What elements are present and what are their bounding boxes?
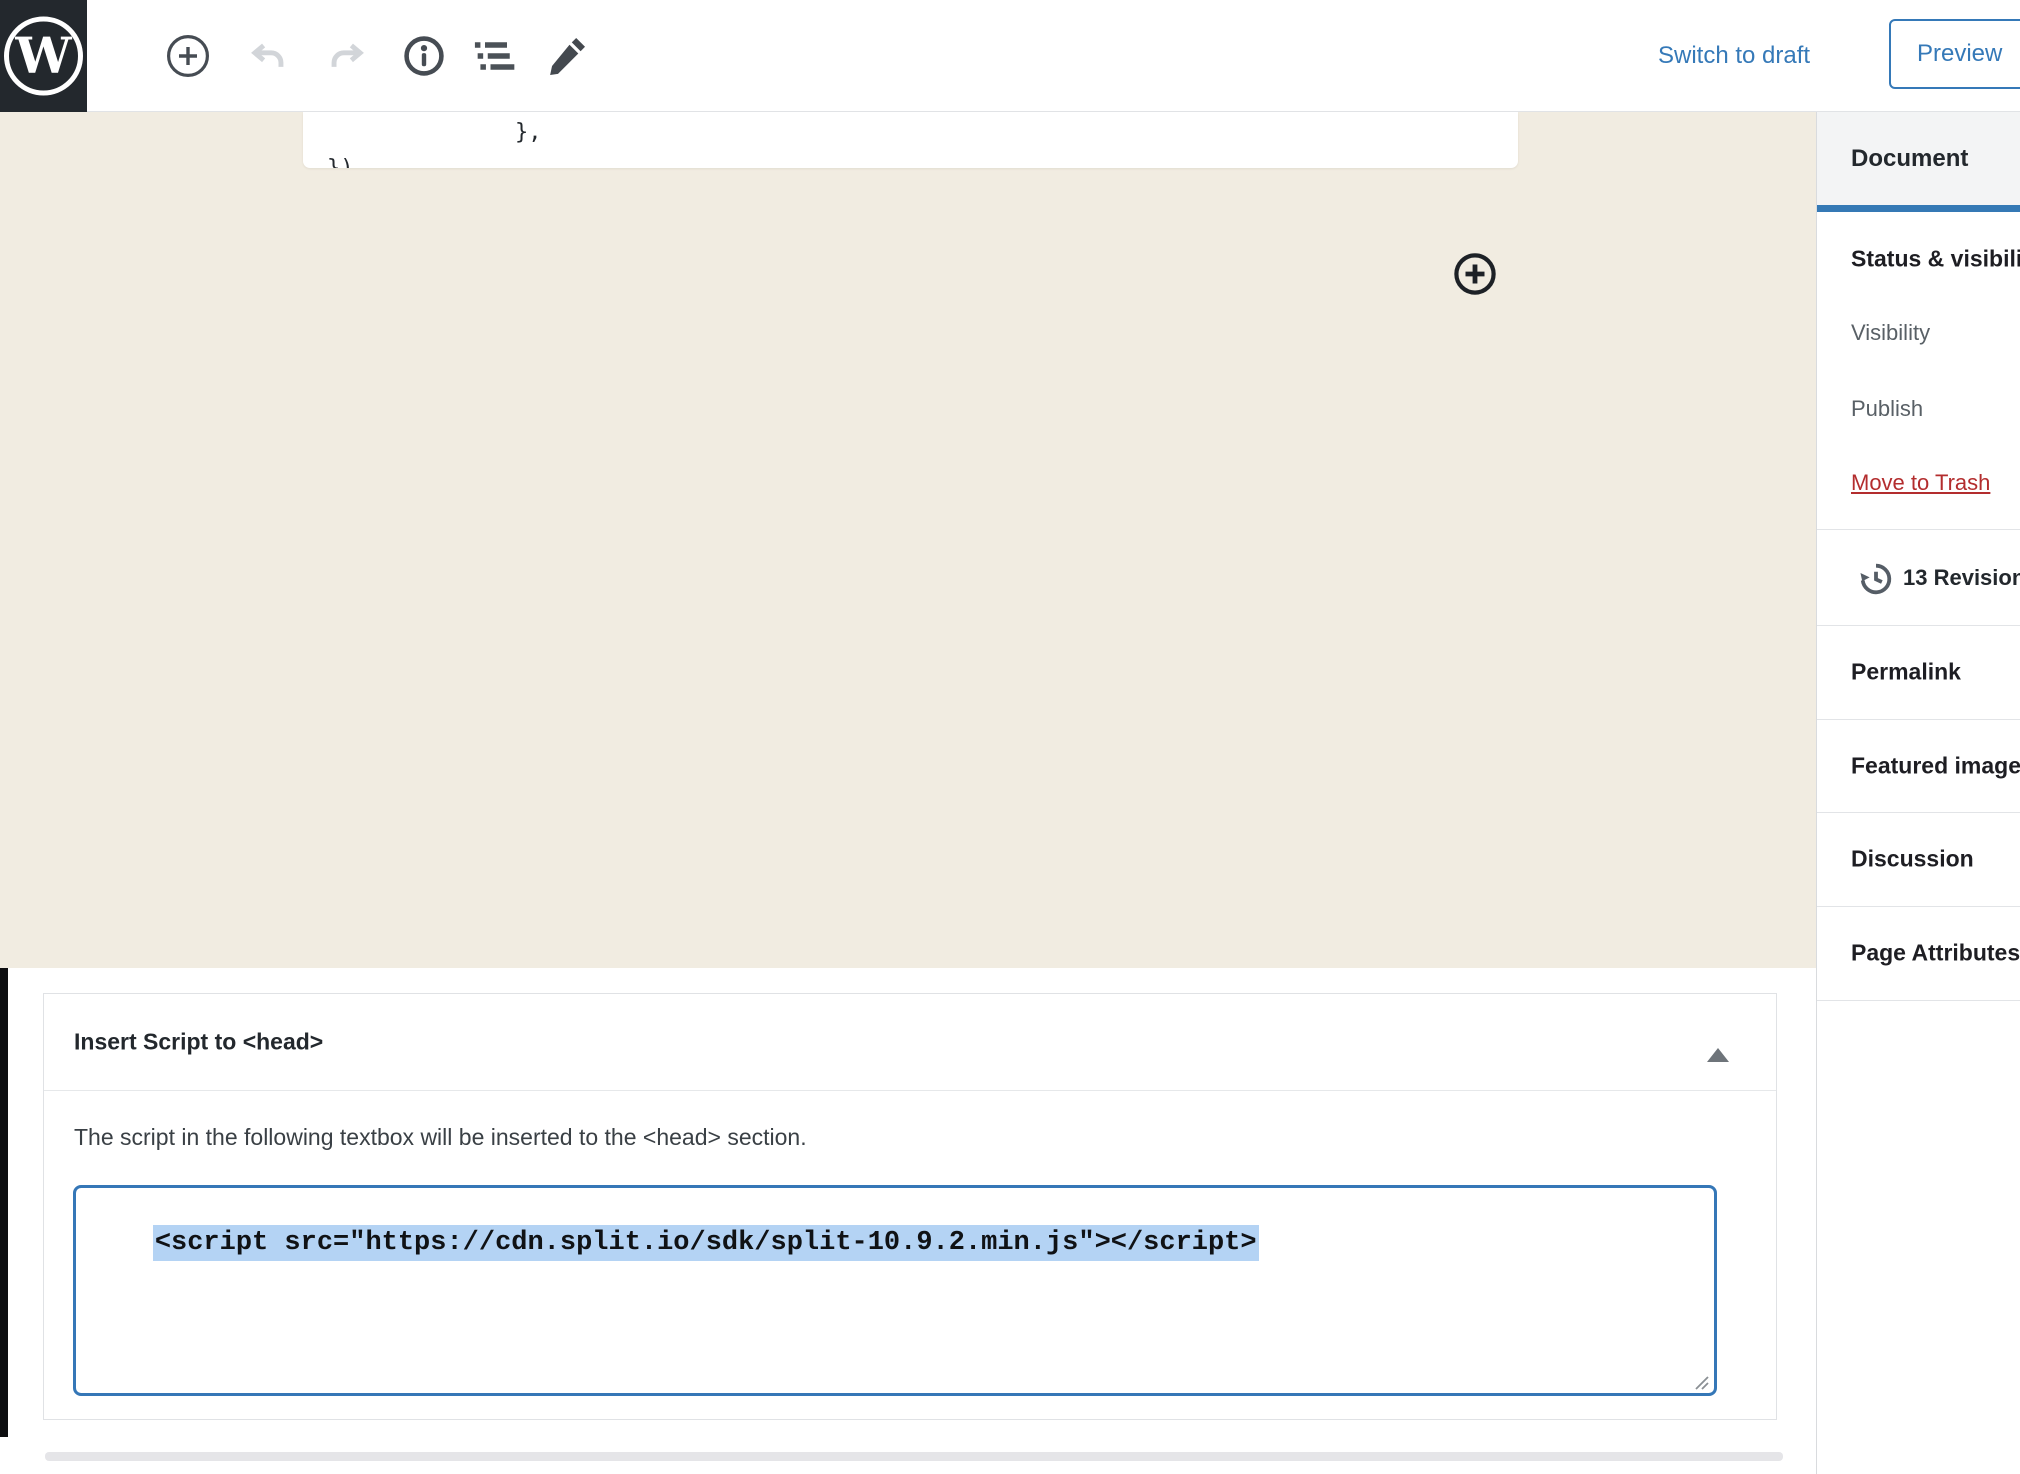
panel-status-visibility[interactable]: Status & visibility (1851, 246, 2020, 273)
insert-script-metabox: Insert Script to <head> The script in th… (43, 993, 1777, 1420)
script-textarea[interactable]: <script src="https://cdn.split.io/sdk/sp… (73, 1185, 1717, 1396)
triangle-up-icon (1707, 1033, 1729, 1062)
wordpress-logo[interactable]: W (0, 0, 87, 112)
panel-page-attributes[interactable]: Page Attributes (1851, 940, 2020, 967)
add-block-button[interactable] (165, 33, 211, 79)
metabox-description: The script in the following textbox will… (74, 1124, 807, 1151)
preview-button[interactable]: Preview (1889, 19, 2020, 89)
panel-divider (1817, 1000, 2020, 1001)
settings-sidebar: Document Status & visibility Visibility … (1816, 112, 2020, 1474)
revisions-count-label: 13 Revisions (1903, 565, 2020, 591)
selected-script-text: <script src="https://cdn.split.io/sdk/sp… (153, 1225, 1259, 1261)
undo-button[interactable] (247, 35, 289, 77)
panel-divider (1817, 625, 2020, 626)
wordpress-editor-page: { "top_bar": { "switch_to_draft": "Switc… (0, 0, 2020, 1474)
plus-circle-icon (165, 33, 211, 79)
redo-icon (326, 35, 368, 77)
active-tab-indicator (1817, 205, 2020, 212)
panel-divider (1817, 812, 2020, 813)
block-inserter-button[interactable] (1452, 251, 1498, 297)
switch-to-draft-label: Switch to draft (1658, 42, 1810, 69)
code-line: }, (515, 120, 542, 145)
plus-circle-icon (1452, 251, 1498, 297)
list-view-icon (472, 34, 520, 78)
code-line: }) (327, 156, 354, 168)
info-icon (402, 34, 446, 78)
move-to-trash-link[interactable]: Move to Trash (1851, 470, 1990, 496)
list-view-button[interactable] (472, 34, 520, 78)
admin-menu-edge (0, 968, 8, 1437)
panel-divider (1817, 529, 2020, 530)
wordpress-logo-icon: W (0, 0, 87, 112)
history-icon (1857, 560, 1895, 598)
visibility-label: Visibility (1851, 320, 1930, 346)
redo-button[interactable] (326, 35, 368, 77)
panel-featured-image[interactable]: Featured image (1851, 753, 2020, 780)
metabox-title: Insert Script to <head> (74, 1029, 323, 1056)
undo-icon (247, 35, 289, 77)
pencil-icon (544, 33, 590, 79)
panel-permalink[interactable]: Permalink (1851, 659, 1961, 686)
next-metabox-divider (45, 1452, 1783, 1461)
publish-label: Publish (1851, 396, 1923, 422)
resize-handle-icon[interactable] (1692, 1373, 1710, 1391)
metabox-header[interactable]: Insert Script to <head> (44, 994, 1776, 1091)
panel-divider (1817, 719, 2020, 720)
code-block[interactable]: }, }) (303, 112, 1518, 168)
tab-document[interactable]: Document (1817, 112, 2020, 205)
switch-to-draft-link[interactable]: Switch to draft (1658, 42, 1810, 70)
editor-canvas: }, }) (0, 112, 1816, 968)
top-toolbar: W (0, 0, 2020, 112)
edit-mode-button[interactable] (544, 33, 590, 79)
info-button[interactable] (402, 34, 446, 78)
panel-discussion[interactable]: Discussion (1851, 846, 1974, 873)
panel-divider (1817, 906, 2020, 907)
svg-text:W: W (14, 26, 72, 85)
collapse-panel-button[interactable] (1705, 1027, 1731, 1053)
